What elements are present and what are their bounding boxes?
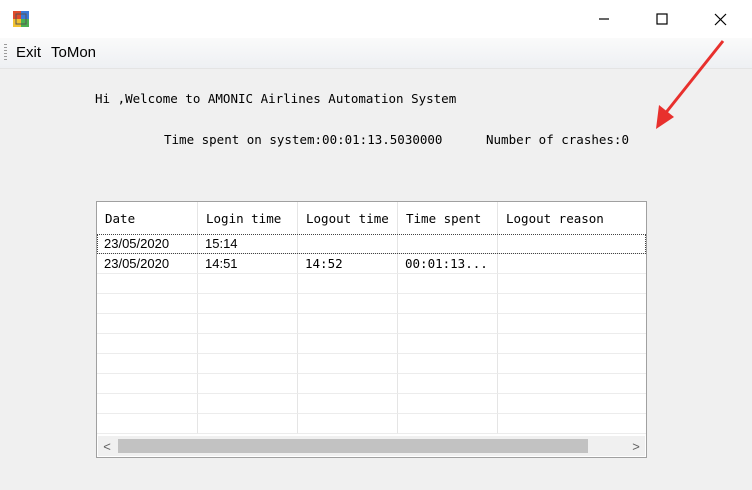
empty-cell [498, 294, 646, 314]
empty-cell [498, 414, 646, 434]
cell-logout-time[interactable]: 14:52 [298, 254, 398, 274]
empty-cell [498, 354, 646, 374]
empty-cell [398, 274, 498, 294]
empty-row [97, 274, 646, 294]
empty-row [97, 354, 646, 374]
cell-date[interactable]: 23/05/2020 [97, 254, 198, 274]
empty-cell [298, 294, 398, 314]
cell-logout-reason[interactable] [498, 254, 646, 274]
empty-cell [97, 414, 198, 434]
empty-cell [298, 414, 398, 434]
cell-login-time[interactable]: 15:14 [198, 234, 298, 254]
empty-cell [97, 334, 198, 354]
login-history-grid[interactable]: Date Login time Logout time Time spent L… [96, 201, 647, 458]
empty-cell [398, 334, 498, 354]
empty-cell [97, 294, 198, 314]
empty-cell [97, 374, 198, 394]
empty-row [97, 314, 646, 334]
empty-cell [298, 394, 398, 414]
empty-cell [398, 414, 498, 434]
column-header-time-spent[interactable]: Time spent [398, 202, 498, 234]
empty-cell [97, 274, 198, 294]
minimize-button[interactable] [575, 0, 633, 38]
menu-exit[interactable]: Exit [16, 44, 41, 61]
welcome-label: Hi ,Welcome to AMONIC Airlines Automatio… [95, 91, 457, 106]
empty-row [97, 394, 646, 414]
empty-row [97, 334, 646, 354]
time-spent-label: Time spent on system:00:01:13.5030000 [164, 132, 443, 147]
table-row[interactable]: 23/05/2020 15:14 [97, 234, 646, 254]
cell-time-spent[interactable]: 00:01:13... [398, 254, 498, 274]
empty-row [97, 294, 646, 314]
cell-logout-reason[interactable] [498, 234, 646, 254]
app-icon [12, 10, 30, 28]
empty-cell [198, 374, 298, 394]
empty-cell [198, 394, 298, 414]
scrollbar-thumb[interactable] [118, 439, 588, 453]
empty-cell [198, 354, 298, 374]
scroll-left-button[interactable]: < [98, 436, 116, 456]
cell-time-spent[interactable] [398, 234, 498, 254]
cell-date[interactable]: 23/05/2020 [97, 234, 198, 254]
column-header-login-time[interactable]: Login time [198, 202, 298, 234]
menu-tomon[interactable]: ToMon [51, 44, 96, 61]
empty-cell [498, 394, 646, 414]
table-row[interactable]: 23/05/2020 14:51 14:52 00:01:13... [97, 254, 646, 274]
empty-cell [498, 374, 646, 394]
empty-cell [498, 274, 646, 294]
title-bar [0, 0, 752, 38]
empty-cell [97, 394, 198, 414]
empty-cell [198, 274, 298, 294]
empty-cell [298, 274, 398, 294]
cell-login-time[interactable]: 14:51 [198, 254, 298, 274]
minimize-icon [599, 18, 609, 20]
column-header-date[interactable]: Date [97, 202, 198, 234]
empty-row [97, 414, 646, 434]
menu-bar: Exit ToMon [0, 38, 752, 69]
empty-cell [97, 354, 198, 374]
empty-cell [398, 394, 498, 414]
empty-cell [198, 294, 298, 314]
close-icon [714, 13, 726, 25]
empty-cell [198, 414, 298, 434]
empty-cell [298, 314, 398, 334]
empty-cell [498, 334, 646, 354]
annotation-arrow-icon [656, 40, 725, 129]
empty-cell [398, 314, 498, 334]
empty-cell [398, 374, 498, 394]
empty-cell [97, 314, 198, 334]
empty-cell [298, 374, 398, 394]
horizontal-scrollbar[interactable]: < > [98, 436, 645, 456]
column-header-logout-reason[interactable]: Logout reason [498, 202, 646, 234]
empty-cell [398, 294, 498, 314]
empty-cell [498, 314, 646, 334]
maximize-button[interactable] [633, 0, 691, 38]
grid-header: Date Login time Logout time Time spent L… [97, 202, 646, 234]
empty-cell [298, 354, 398, 374]
crashes-label: Number of crashes:0 [486, 132, 629, 147]
column-header-logout-time[interactable]: Logout time [298, 202, 398, 234]
empty-cell [198, 314, 298, 334]
scroll-right-button[interactable]: > [627, 436, 645, 456]
empty-cell [398, 354, 498, 374]
chevron-right-icon: > [632, 438, 640, 454]
close-button[interactable] [691, 0, 749, 38]
chevron-left-icon: < [103, 438, 111, 454]
empty-row [97, 374, 646, 394]
empty-cell [298, 334, 398, 354]
maximize-icon [656, 13, 668, 25]
cell-logout-time[interactable] [298, 234, 398, 254]
empty-cell [198, 334, 298, 354]
toolstrip-grip [4, 44, 7, 62]
